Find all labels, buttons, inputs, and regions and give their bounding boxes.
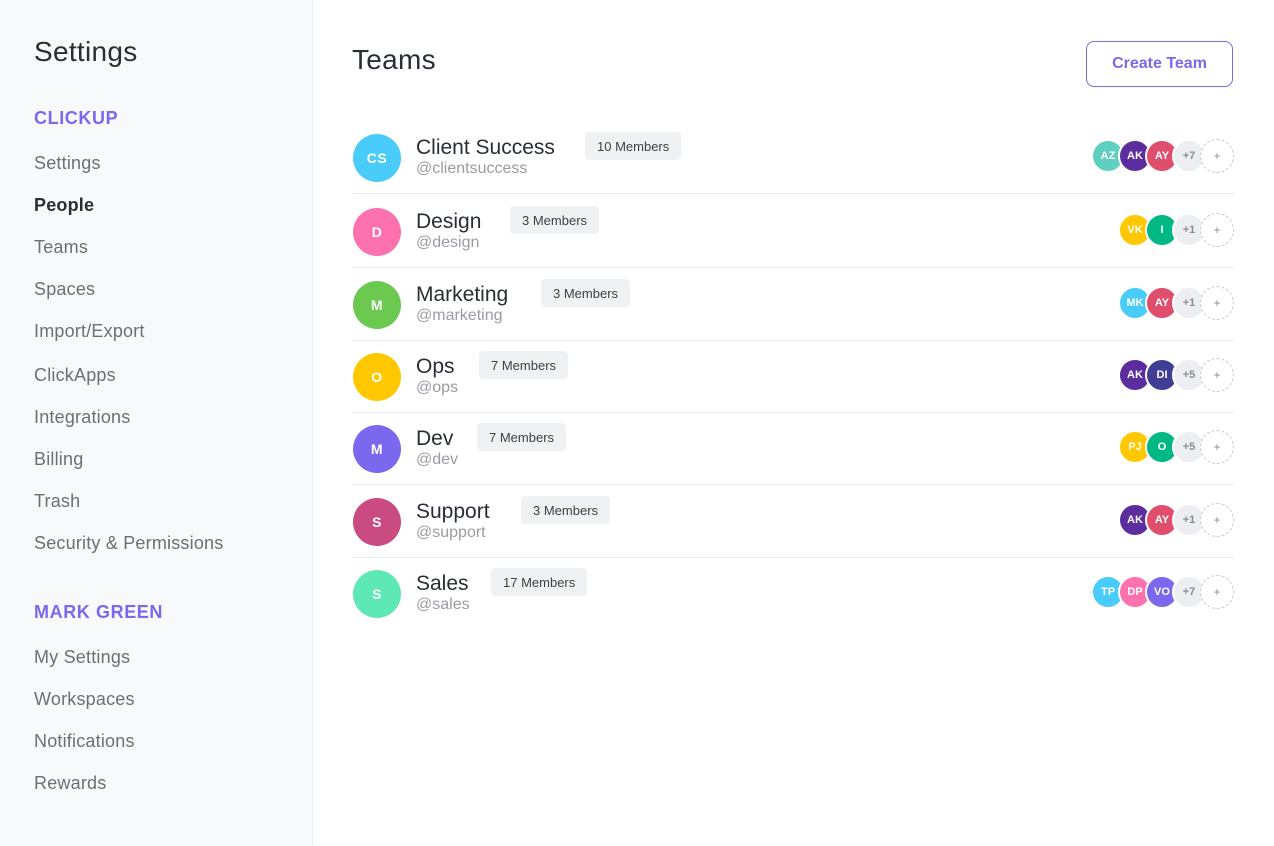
- add-member-icon[interactable]: +: [1200, 213, 1234, 247]
- sidebar-item-import-export[interactable]: Import/Export: [34, 321, 145, 342]
- member-avatars: TP DP VO +7 +: [1091, 574, 1234, 610]
- add-member-icon[interactable]: +: [1200, 286, 1234, 320]
- team-name: Dev: [416, 427, 454, 450]
- sidebar-title: Settings: [34, 36, 138, 67]
- sidebar-item-billing[interactable]: Billing: [34, 449, 83, 470]
- team-row[interactable]: CS Client Success @clientsuccess 10 Memb…: [352, 122, 1234, 194]
- member-avatars: AK AY +1 +: [1118, 502, 1234, 538]
- team-name: Client Success: [416, 136, 555, 159]
- team-row[interactable]: M Dev @dev 7 Members PJ O +5 +: [352, 413, 1234, 485]
- members-count-badge[interactable]: 17 Members: [491, 568, 588, 596]
- add-member-icon[interactable]: +: [1200, 430, 1234, 464]
- team-handle: @design: [416, 234, 480, 251]
- member-avatars: AK DI +5 +: [1118, 357, 1234, 393]
- sidebar-item-trash[interactable]: Trash: [34, 491, 80, 512]
- team-row[interactable]: S Sales @sales 17 Members TP DP VO +7 +: [352, 558, 1234, 630]
- member-avatars: MK AY +1 +: [1118, 285, 1234, 321]
- team-handle: @support: [416, 524, 486, 541]
- sidebar-item-people[interactable]: People: [34, 195, 94, 216]
- create-team-button[interactable]: Create Team: [1086, 41, 1233, 87]
- section-title-user: MARK GREEN: [34, 602, 164, 622]
- sidebar-item-settings[interactable]: Settings: [34, 153, 101, 174]
- team-row[interactable]: M Marketing @marketing 3 Members MK AY +…: [352, 269, 1234, 341]
- team-name: Design: [416, 210, 482, 233]
- sidebar-item-security-permissions[interactable]: Security & Permissions: [34, 533, 223, 554]
- team-row[interactable]: O Ops @ops 7 Members AK DI +5 +: [352, 341, 1234, 413]
- members-count-badge[interactable]: 3 Members: [510, 206, 600, 234]
- team-row[interactable]: D Design @design 3 Members VK I +1 +: [352, 196, 1234, 268]
- team-row[interactable]: S Support @support 3 Members AK AY +1 +: [352, 486, 1234, 558]
- team-avatar: D: [353, 208, 401, 256]
- sidebar-item-my-settings[interactable]: My Settings: [34, 647, 130, 668]
- members-count-badge[interactable]: 7 Members: [479, 351, 569, 379]
- page-title: Teams: [352, 44, 436, 75]
- team-name: Marketing: [416, 283, 509, 306]
- add-member-icon[interactable]: +: [1200, 503, 1234, 537]
- add-member-icon[interactable]: +: [1200, 139, 1234, 173]
- sidebar-item-spaces[interactable]: Spaces: [34, 279, 95, 300]
- add-member-icon[interactable]: +: [1200, 358, 1234, 392]
- team-handle: @sales: [416, 596, 470, 613]
- team-name: Ops: [416, 355, 455, 378]
- settings-sidebar: Settings CLICKUP Settings People Teams S…: [0, 0, 313, 846]
- add-member-icon[interactable]: +: [1200, 575, 1234, 609]
- members-count-badge[interactable]: 3 Members: [521, 496, 611, 524]
- sidebar-item-rewards[interactable]: Rewards: [34, 773, 106, 794]
- team-avatar: O: [353, 353, 401, 401]
- member-avatars: PJ O +5 +: [1118, 429, 1234, 465]
- sidebar-item-clickapps[interactable]: ClickApps: [34, 365, 116, 386]
- members-count-badge[interactable]: 3 Members: [541, 279, 631, 307]
- team-avatar: S: [353, 570, 401, 618]
- sidebar-item-teams[interactable]: Teams: [34, 237, 88, 258]
- member-avatars: VK I +1 +: [1118, 212, 1234, 248]
- section-title-clickup: CLICKUP: [34, 108, 119, 128]
- team-avatar: CS: [353, 134, 401, 182]
- team-name: Sales: [416, 572, 469, 595]
- members-count-badge[interactable]: 7 Members: [477, 423, 567, 451]
- team-avatar: S: [353, 498, 401, 546]
- team-handle: @clientsuccess: [416, 160, 528, 177]
- sidebar-item-notifications[interactable]: Notifications: [34, 731, 135, 752]
- members-count-badge[interactable]: 10 Members: [585, 132, 682, 160]
- team-handle: @dev: [416, 451, 459, 468]
- team-avatar: M: [353, 425, 401, 473]
- sidebar-item-workspaces[interactable]: Workspaces: [34, 689, 135, 710]
- team-name: Support: [416, 500, 490, 523]
- sidebar-item-integrations[interactable]: Integrations: [34, 407, 130, 428]
- team-avatar: M: [353, 281, 401, 329]
- team-handle: @marketing: [416, 307, 503, 324]
- member-avatars: AZ AK AY +7 +: [1091, 138, 1234, 174]
- team-handle: @ops: [416, 379, 459, 396]
